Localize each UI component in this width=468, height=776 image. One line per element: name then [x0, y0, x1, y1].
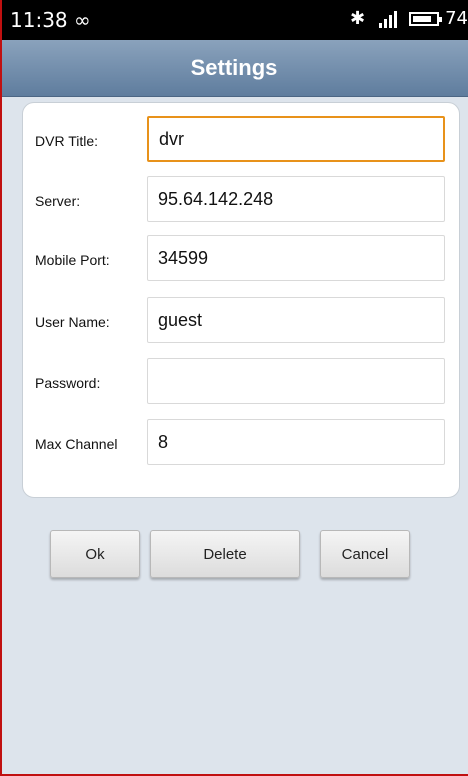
password-label: Password: [35, 375, 101, 391]
signal-icon [379, 10, 399, 28]
mobile-port-input[interactable] [147, 235, 445, 281]
form-row-server: Server: [23, 176, 459, 226]
form-row-max-channel: Max Channel [23, 419, 459, 469]
status-icons: ✱ 74 [350, 8, 468, 29]
cancel-button[interactable]: Cancel [320, 530, 410, 578]
server-input[interactable] [147, 176, 445, 222]
user-name-label: User Name: [35, 314, 110, 330]
battery-icon [409, 11, 443, 26]
dvr-title-label: DVR Title: [35, 133, 99, 149]
bluetooth-icon: ✱ [350, 8, 366, 29]
battery-level: 74 [445, 8, 468, 29]
password-input[interactable] [147, 358, 445, 404]
form-row-mobile-port: Mobile Port: [23, 235, 459, 285]
page-title: Settings [190, 55, 278, 80]
status-time-text: 11:38 [10, 8, 68, 32]
settings-form: DVR Title: Server: Mobile Port: User Nam… [22, 102, 460, 498]
max-channel-input[interactable] [147, 419, 445, 465]
ok-button[interactable]: Ok [50, 530, 140, 578]
infinity-icon: ∞ [74, 8, 91, 32]
mobile-port-label: Mobile Port: [35, 252, 110, 268]
status-time: 11:38 ∞ [10, 8, 91, 32]
form-row-password: Password: [23, 358, 459, 408]
form-row-user-name: User Name: [23, 297, 459, 347]
title-bar: Settings [0, 40, 468, 97]
dvr-title-input[interactable] [147, 116, 445, 162]
delete-button[interactable]: Delete [150, 530, 300, 578]
server-label: Server: [35, 193, 81, 209]
max-channel-label: Max Channel [35, 436, 118, 452]
user-name-input[interactable] [147, 297, 445, 343]
status-bar: 11:38 ∞ ✱ 74 [0, 0, 468, 40]
form-row-dvr-title: DVR Title: [23, 116, 459, 166]
